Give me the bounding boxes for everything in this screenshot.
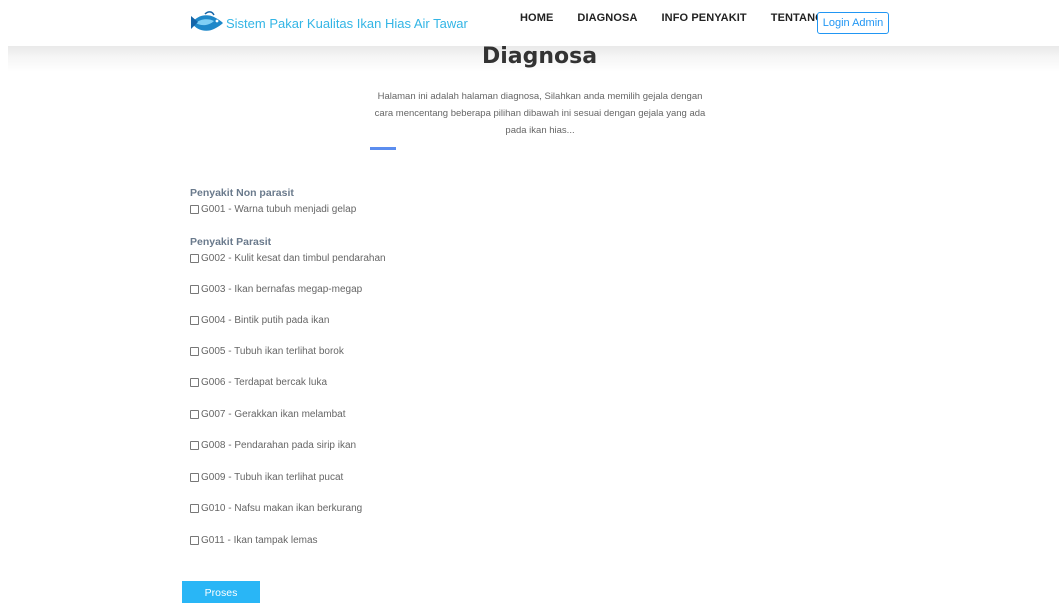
symptom-label: G003 - Ikan bernafas megap-megap (201, 284, 363, 295)
checkbox[interactable] (190, 254, 199, 263)
brand-link[interactable]: Sistem Pakar Kualitas Ikan Hias Air Tawa… (190, 10, 468, 36)
nav-tentang[interactable]: TENTANG (771, 12, 824, 24)
header: Sistem Pakar Kualitas Ikan Hias Air Tawa… (0, 0, 1059, 46)
intro-text: Halaman ini adalah halaman diagnosa, Sil… (374, 91, 706, 136)
brand-title: Sistem Pakar Kualitas Ikan Hias Air Tawa… (226, 15, 468, 31)
symptom-g003[interactable]: G003 - Ikan bernafas megap-megap (190, 284, 362, 295)
symptom-label: G006 - Terdapat bercak luka (201, 377, 328, 388)
group-title-non-parasit: Penyakit Non parasit (190, 187, 294, 199)
symptom-g006[interactable]: G006 - Terdapat bercak luka (190, 377, 327, 388)
symptom-label: G002 - Kulit kesat dan timbul pendarahan (201, 253, 386, 264)
symptom-label: G008 - Pendarahan pada sirip ikan (201, 440, 357, 451)
checkbox[interactable] (190, 347, 199, 356)
section-divider (370, 147, 396, 150)
symptom-label: G001 - Warna tubuh menjadi gelap (201, 204, 357, 215)
page: Sistem Pakar Kualitas Ikan Hias Air Tawa… (0, 0, 1059, 603)
fish-logo-icon (191, 11, 223, 31)
proses-button[interactable]: Proses (182, 581, 260, 603)
symptom-label: G010 - Nafsu makan ikan berkurang (201, 503, 363, 514)
symptom-g001[interactable]: G001 - Warna tubuh menjadi gelap (190, 204, 356, 215)
page-title: Diagnosa (481, 44, 598, 69)
checkbox[interactable] (190, 504, 199, 513)
checkbox[interactable] (190, 378, 199, 387)
symptom-g011[interactable]: G011 - Ikan tampak lemas (190, 535, 318, 546)
symptom-g008[interactable]: G008 - Pendarahan pada sirip ikan (190, 440, 356, 451)
symptom-label: G007 - Gerakkan ikan melambat (201, 409, 346, 420)
checkbox[interactable] (190, 410, 199, 419)
symptom-g010[interactable]: G010 - Nafsu makan ikan berkurang (190, 503, 362, 514)
checkbox[interactable] (190, 441, 199, 450)
symptom-g005[interactable]: G005 - Tubuh ikan terlihat borok (190, 346, 344, 357)
checkbox[interactable] (190, 473, 199, 482)
symptom-g002[interactable]: G002 - Kulit kesat dan timbul pendarahan (190, 253, 386, 264)
symptom-g004[interactable]: G004 - Bintik putih pada ikan (190, 315, 329, 326)
checkbox[interactable] (190, 285, 199, 294)
symptom-label: G004 - Bintik putih pada ikan (201, 315, 330, 326)
symptom-g007[interactable]: G007 - Gerakkan ikan melambat (190, 409, 346, 420)
nav-home[interactable]: HOME (520, 12, 553, 24)
checkbox[interactable] (190, 316, 199, 325)
main-nav: HOME DIAGNOSA INFO PENYAKIT TENTANG (520, 12, 848, 24)
symptom-label: G005 - Tubuh ikan terlihat borok (201, 346, 344, 357)
symptom-label: G011 - Ikan tampak lemas (201, 535, 318, 546)
login-admin-button[interactable]: Login Admin (817, 12, 889, 34)
symptom-g009[interactable]: G009 - Tubuh ikan terlihat pucat (190, 472, 343, 483)
nav-info-penyakit[interactable]: INFO PENYAKIT (662, 12, 747, 24)
group-title-parasit: Penyakit Parasit (190, 236, 272, 248)
checkbox[interactable] (190, 536, 199, 545)
checkbox[interactable] (190, 205, 199, 214)
symptom-label: G009 - Tubuh ikan terlihat pucat (201, 472, 344, 483)
nav-diagnosa[interactable]: DIAGNOSA (577, 12, 637, 24)
